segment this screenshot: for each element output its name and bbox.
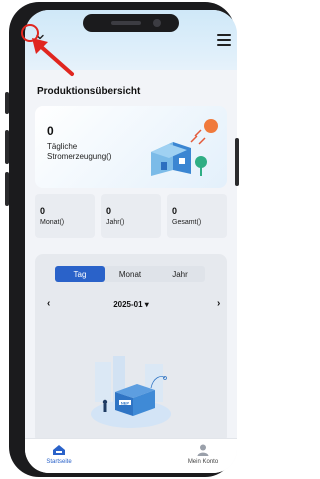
monthly-stat-value: 0 [40, 206, 46, 216]
nav-item-account[interactable]: Mein Konto [173, 444, 233, 465]
annotation-arrow-icon [32, 38, 74, 76]
yearly-stat-label: Jahr() [106, 219, 125, 226]
monthly-stat-card: 0 Monat() [35, 194, 95, 238]
period-selector[interactable]: 2025-01 ▾ [95, 300, 167, 309]
home-icon [53, 445, 65, 455]
tab-day[interactable]: Tag [55, 266, 105, 282]
daily-generation-card: 0 Tägliche Stromerzeugung() [35, 106, 227, 188]
chevron-left-icon[interactable]: ‹ [47, 298, 50, 309]
total-stat-label: Gesamt() [172, 219, 202, 226]
daily-generation-value: 0 [47, 124, 54, 138]
volume-up-button [5, 130, 9, 164]
chevron-right-icon[interactable]: › [217, 298, 220, 309]
person-icon [197, 444, 209, 456]
page-title: Produktionsübersicht [37, 86, 141, 97]
solar-house-illustration [151, 119, 218, 176]
power-button [235, 138, 239, 186]
menu-button[interactable] [217, 34, 231, 46]
volume-down-button [5, 172, 9, 206]
speaker-slot [111, 21, 141, 25]
nep-logo-text: NEP [121, 401, 130, 406]
total-stat-value: 0 [172, 206, 178, 216]
total-stat-card: 0 Gesamt() [167, 194, 227, 238]
bottom-navigation: Startseite Mein Konto [25, 438, 237, 473]
production-chart-card: Tag Monat Jahr ‹ 2025-01 ▾ › NEP [35, 254, 227, 444]
daily-generation-label: Tägliche Stromerzeugung() [47, 142, 112, 161]
hamburger-icon [217, 34, 231, 36]
front-camera [153, 19, 161, 27]
tab-month[interactable]: Monat [105, 266, 155, 282]
yearly-stat-value: 0 [106, 206, 112, 216]
mute-switch [5, 92, 9, 114]
yearly-stat-card: 0 Jahr() [101, 194, 161, 238]
nav-label-home: Startseite [46, 459, 72, 465]
nav-item-home[interactable]: Startseite [29, 444, 89, 465]
period-tabs: Tag Monat Jahr [55, 266, 205, 282]
nav-label-account: Mein Konto [187, 459, 219, 465]
empty-data-illustration: NEP [91, 356, 171, 428]
monthly-stat-label: Monat() [40, 219, 65, 226]
tab-year[interactable]: Jahr [155, 266, 205, 282]
